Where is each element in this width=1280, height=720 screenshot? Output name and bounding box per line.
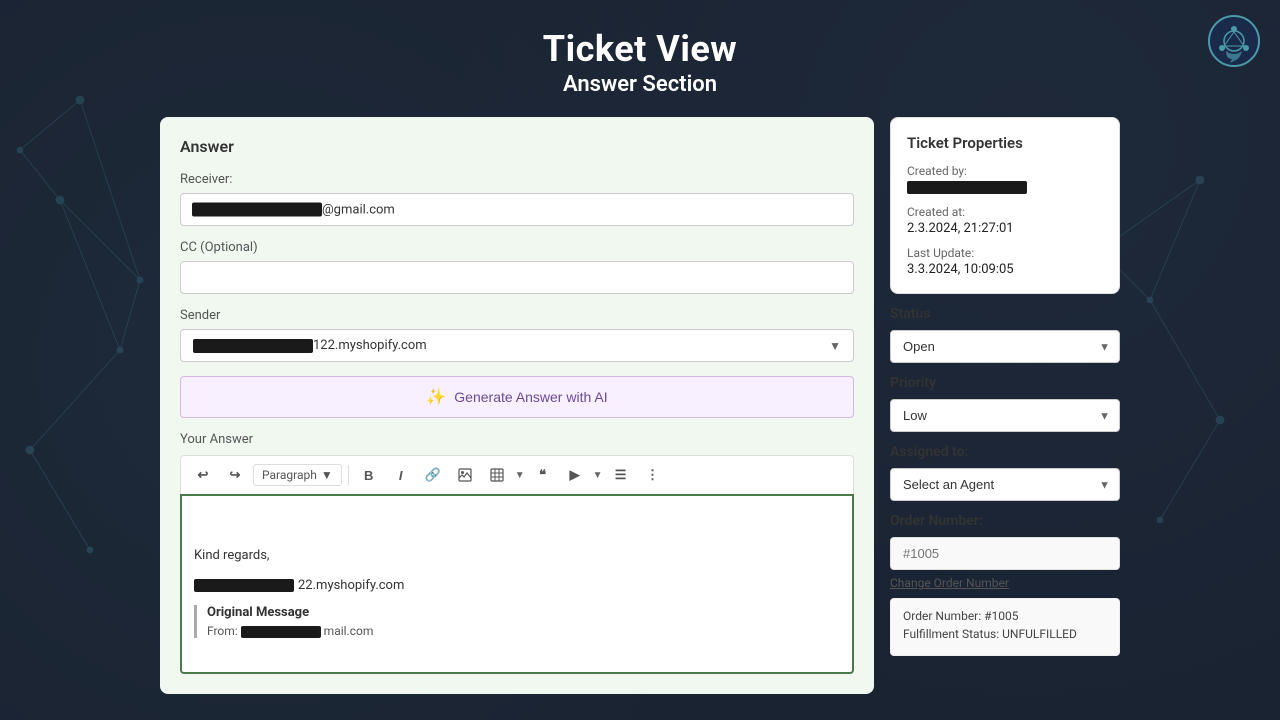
sender-label: Sender [180, 308, 854, 323]
page-subtitle: Answer Section [0, 72, 1280, 97]
created-at-label: Created at: [907, 205, 1103, 219]
receiver-input[interactable] [180, 193, 854, 226]
cc-label: CC (Optional) [180, 240, 854, 255]
assigned-to-section: Assigned to: Select an Agent ▼ [890, 444, 1120, 501]
assigned-to-label: Assigned to: [890, 444, 1120, 460]
priority-select[interactable]: Low Medium High [890, 399, 1120, 432]
italic-button[interactable]: I [387, 462, 415, 488]
created-by-value [907, 180, 1103, 195]
status-select[interactable]: Open Closed Pending [890, 330, 1120, 363]
table-arrow: ▼ [515, 470, 525, 481]
more-button[interactable]: ⋮ [639, 462, 667, 488]
last-update-label: Last Update: [907, 246, 1103, 260]
sparkle-icon: ✨ [426, 387, 446, 407]
created-at-value: 2.3.2024, 21:27:01 [907, 221, 1103, 236]
priority-section: Priority Low Medium High ▼ [890, 375, 1120, 432]
image-button[interactable] [451, 462, 479, 488]
bold-button[interactable]: B [355, 462, 383, 488]
page-header: Ticket View Answer Section [0, 0, 1280, 117]
ticket-properties-panel: Ticket Properties Created by: Created at… [890, 117, 1120, 694]
priority-dropdown-wrapper: Low Medium High ▼ [890, 399, 1120, 432]
order-info-box: Order Number: #1005 Fulfillment Status: … [890, 598, 1120, 656]
undo-button[interactable]: ↩ [189, 462, 217, 488]
your-answer-label: Your Answer [180, 432, 854, 447]
answer-panel: Answer Receiver: @gmail.com CC (Optional… [160, 117, 874, 694]
status-dropdown-wrapper: Open Closed Pending ▼ [890, 330, 1120, 363]
editor-signature-line: 22.myshopify.com [194, 578, 840, 593]
properties-title: Ticket Properties [907, 134, 1103, 152]
status-label: Status [890, 306, 1120, 322]
paragraph-label: Paragraph [262, 468, 317, 482]
priority-label: Priority [890, 375, 1120, 391]
receiver-label: Receiver: [180, 172, 854, 187]
generate-answer-button[interactable]: ✨ Generate Answer with AI [180, 376, 854, 418]
sender-dropdown[interactable]: 122.myshopify.com ▼ [180, 329, 854, 362]
generate-btn-label: Generate Answer with AI [454, 389, 607, 405]
from-email-hint: mail.com [324, 624, 374, 638]
page-title: Ticket View [0, 28, 1280, 70]
editor-content: Kind regards, 22.myshopify.com Original … [194, 548, 840, 638]
editor-area[interactable]: Kind regards, 22.myshopify.com Original … [180, 494, 854, 674]
original-message-title: Original Message [207, 605, 840, 620]
editor-toolbar: ↩ ↪ Paragraph ▼ B I 🔗 [180, 455, 854, 494]
editor-greeting: Kind regards, [194, 548, 840, 563]
status-section: Status Open Closed Pending ▼ [890, 306, 1120, 363]
sender-suffix: 122.myshopify.com [313, 338, 427, 353]
quote-button[interactable]: ❝ [529, 462, 557, 488]
sender-dropdown-arrow: ▼ [829, 339, 841, 353]
change-order-link[interactable]: Change Order Number [890, 576, 1120, 590]
paragraph-arrow: ▼ [321, 468, 333, 482]
last-update-value: 3.3.2024, 10:09:05 [907, 262, 1103, 277]
order-number-label: Order Number: [890, 513, 1120, 529]
sender-select-wrapper: 122.myshopify.com ▼ [180, 329, 854, 362]
video-button[interactable]: ▶ [561, 462, 589, 488]
cc-input[interactable] [180, 261, 854, 294]
original-message-box: Original Message From: mail.com [194, 605, 840, 638]
from-redacted [241, 626, 321, 638]
agent-dropdown-wrapper: Select an Agent ▼ [890, 468, 1120, 501]
signature-redacted [194, 579, 294, 592]
order-number-info: Order Number: #1005 [903, 609, 1107, 623]
toolbar-sep-1 [348, 465, 349, 485]
order-number-section: Order Number: Change Order Number Order … [890, 513, 1120, 656]
app-logo [1208, 15, 1260, 67]
list-button[interactable]: ☰ [607, 462, 635, 488]
redo-button[interactable]: ↪ [221, 462, 249, 488]
fulfillment-status-info: Fulfillment Status: UNFULFILLED [903, 627, 1107, 641]
created-by-redacted [907, 181, 1027, 194]
link-button[interactable]: 🔗 [419, 462, 447, 488]
paragraph-dropdown[interactable]: Paragraph ▼ [253, 464, 342, 486]
properties-card: Ticket Properties Created by: Created at… [890, 117, 1120, 294]
video-arrow: ▼ [593, 470, 603, 481]
original-message-from: From: mail.com [207, 624, 840, 638]
sender-redacted [193, 339, 313, 353]
agent-select[interactable]: Select an Agent [890, 468, 1120, 501]
created-by-label: Created by: [907, 164, 1103, 178]
order-number-input[interactable] [890, 537, 1120, 570]
main-container: Answer Receiver: @gmail.com CC (Optional… [0, 117, 1280, 694]
table-button[interactable] [483, 462, 511, 488]
signature-suffix: 22.myshopify.com [298, 578, 404, 593]
answer-heading: Answer [180, 137, 854, 156]
